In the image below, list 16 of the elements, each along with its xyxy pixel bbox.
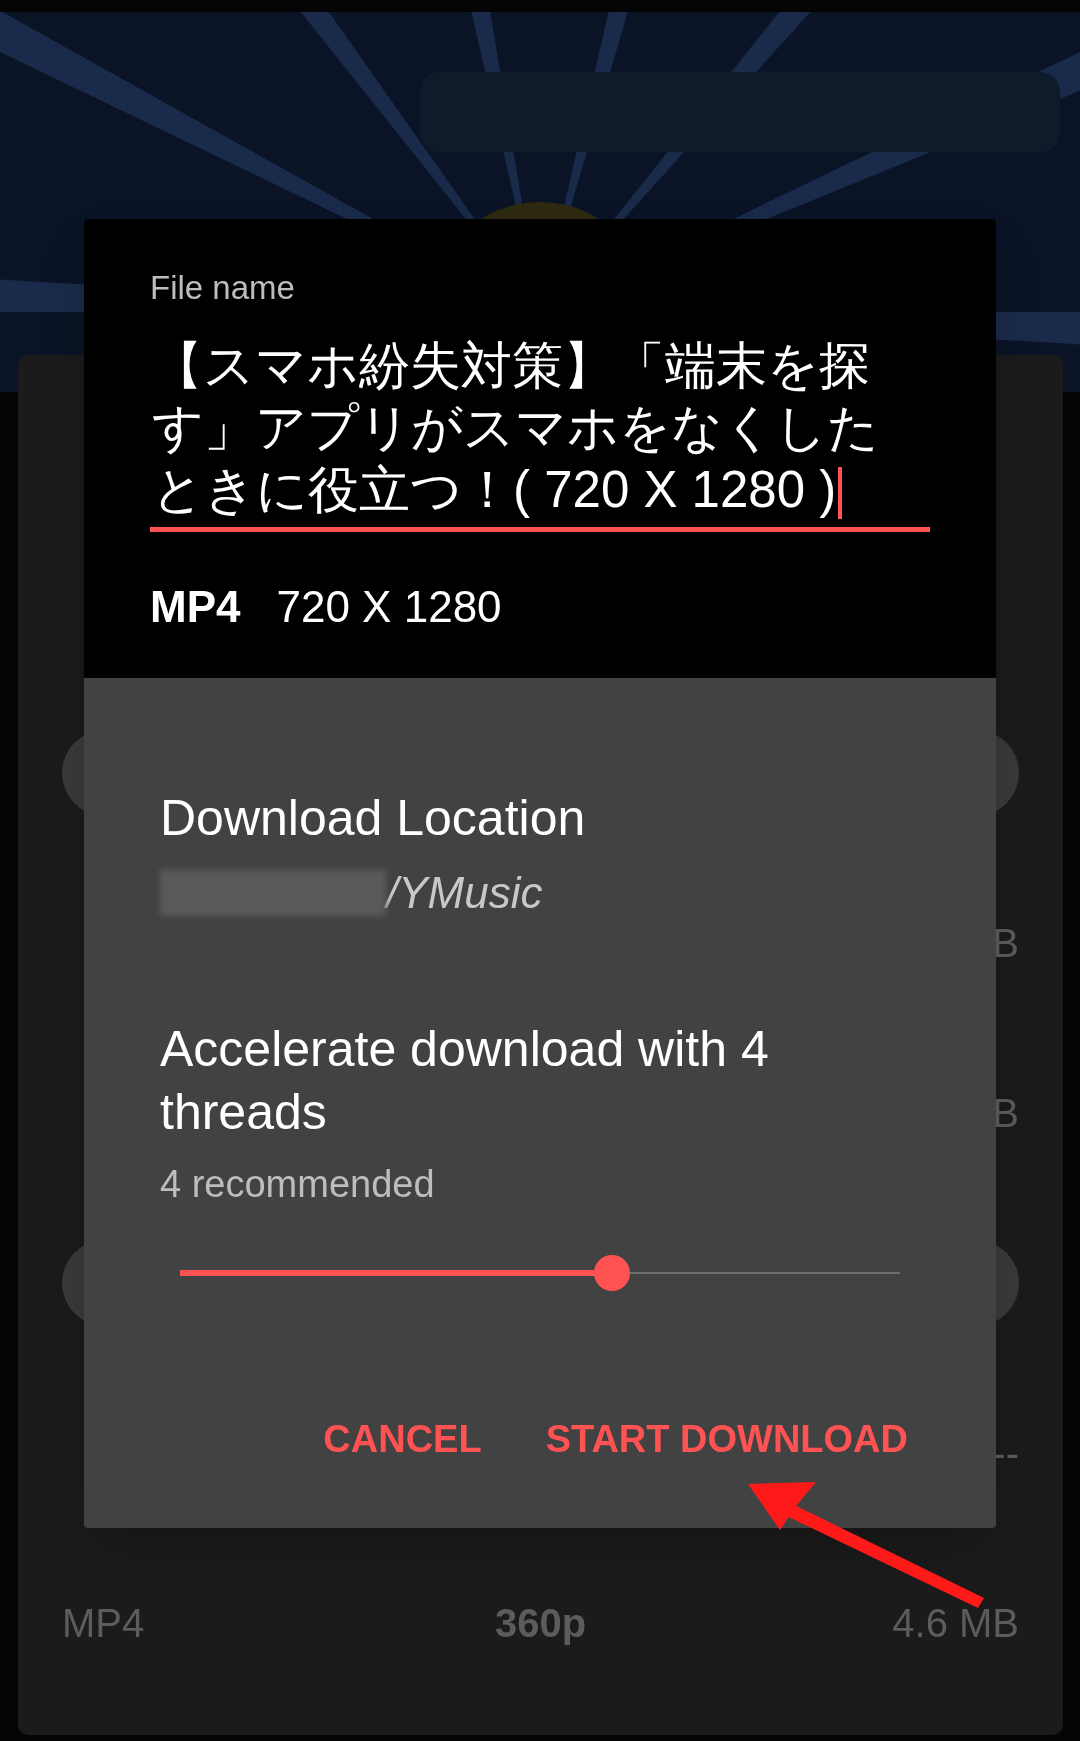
setting-title: Download Location [160, 788, 587, 848]
file-name-field[interactable]: 【スマホ紛失対策】「端末を探す」アプリがスマホをなくしたときに役立つ！( 720 X 1280 ) [150, 334, 930, 532]
start-download-button[interactable]: START DOWNLOAD [533, 1400, 920, 1478]
size-label: 4.6 MB [892, 1601, 1019, 1645]
resolution-label: 720 X 1280 [276, 580, 502, 633]
cancel-button[interactable]: CANCEL [311, 1400, 494, 1478]
slider-thumb[interactable] [594, 1254, 630, 1291]
field-label: File name [150, 268, 296, 308]
size-label: B [992, 921, 1019, 965]
quality-label: 360p [494, 1601, 587, 1645]
threads-slider[interactable] [180, 1254, 900, 1291]
setting-hint: 4 recommended [160, 1161, 436, 1207]
format-label: MP4 [150, 580, 241, 633]
setting-title: Accelerate download with 4 threads [160, 1019, 770, 1142]
size-label: B [992, 1091, 1019, 1135]
format-label: MP4 [62, 1601, 145, 1645]
